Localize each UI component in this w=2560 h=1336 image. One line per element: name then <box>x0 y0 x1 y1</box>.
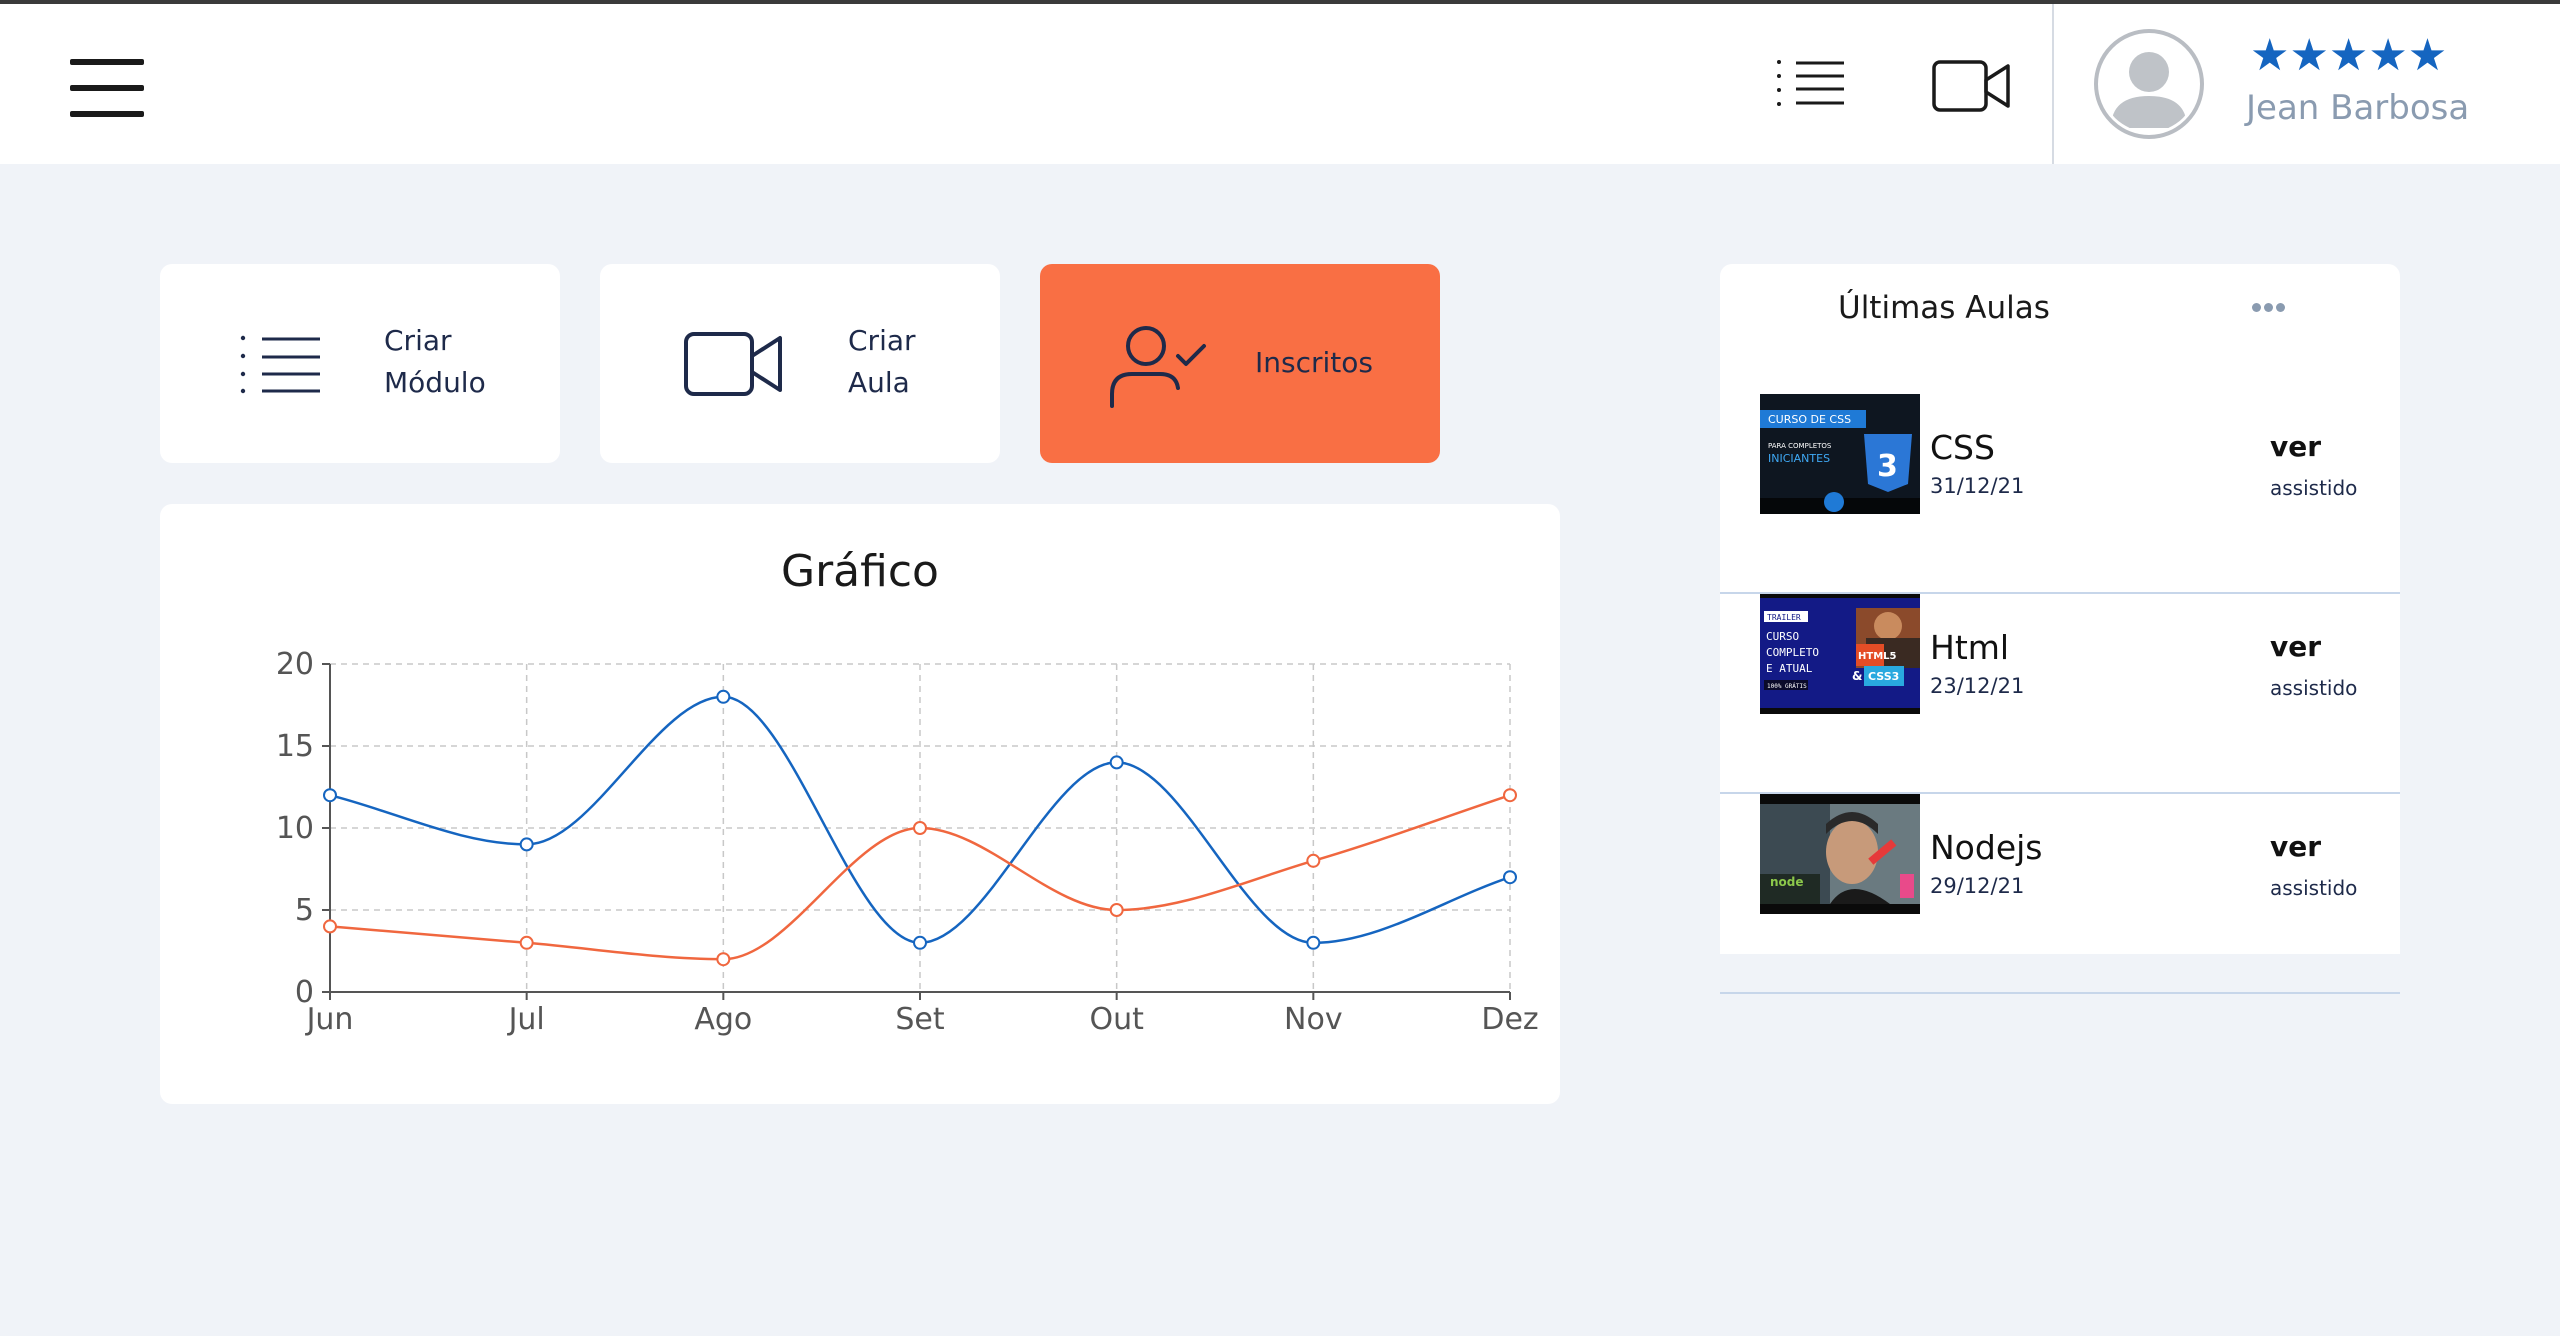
lesson-row-css[interactable]: CURSO DE CSS PARA COMPLETOS INICIANTES 3… <box>1720 394 2400 594</box>
data-point <box>716 689 731 704</box>
svg-text:CSS3: CSS3 <box>1868 670 1899 683</box>
svg-text:COMPLETO: COMPLETO <box>1766 646 1819 659</box>
avatar[interactable] <box>2093 28 2205 140</box>
user-check-icon <box>1110 326 1206 408</box>
hamburger-menu-icon[interactable] <box>70 59 146 117</box>
data-point <box>323 919 337 934</box>
svg-text:E ATUAL: E ATUAL <box>1766 662 1813 675</box>
svg-text:CURSO DE CSS: CURSO DE CSS <box>1768 413 1851 426</box>
line-chart: 05101520Jun Jul Ago Set Out Nov Dez <box>276 647 1539 1037</box>
latest-lessons-panel: Últimas Aulas CURSO DE CSS PARA COMPLETO… <box>1720 264 2400 994</box>
lesson-date: 31/12/21 <box>1930 474 2025 498</box>
lesson-status: assistido <box>2270 876 2358 900</box>
data-point <box>1503 870 1517 885</box>
create-lesson-label: Criar Aula <box>848 324 916 399</box>
svg-text:PARA COMPLETOS: PARA COMPLETOS <box>1768 442 1832 450</box>
rating-stars: ★★★★★ <box>2250 31 2448 80</box>
y-tick-label: 10 <box>276 811 314 846</box>
x-tick-label: Ago <box>694 1002 752 1037</box>
data-point <box>1109 903 1124 917</box>
data-point <box>1306 935 1321 950</box>
x-tick-label: Jun <box>305 1002 354 1037</box>
user-name[interactable]: Jean Barbosa <box>2246 88 2469 128</box>
video-camera-icon <box>684 332 782 396</box>
data-point <box>1306 853 1321 868</box>
data-point <box>1503 788 1517 803</box>
view-lesson-link[interactable]: ver <box>2270 630 2321 663</box>
data-point <box>323 788 337 803</box>
data-point <box>913 821 927 835</box>
svg-text:INICIANTES: INICIANTES <box>1768 452 1830 465</box>
x-tick-label: Dez <box>1481 1002 1538 1037</box>
latest-lessons-title: Últimas Aulas <box>1838 290 2050 326</box>
more-options-icon[interactable] <box>2250 300 2290 314</box>
x-tick-label: Jul <box>507 1002 545 1037</box>
svg-text:HTML5: HTML5 <box>1858 651 1897 662</box>
create-module-button[interactable]: Criar Módulo <box>160 264 560 463</box>
y-tick-label: 5 <box>295 893 314 928</box>
data-point <box>1109 755 1124 770</box>
lesson-row-nodejs[interactable]: node Nodejs 29/12/21 ver assistido <box>1720 794 2400 994</box>
lesson-name: CSS <box>1930 428 1995 467</box>
svg-text:TRAILER: TRAILER <box>1767 613 1801 622</box>
create-lesson-button[interactable]: Criar Aula <box>600 264 1000 463</box>
video-camera-icon[interactable] <box>1932 58 2012 114</box>
lesson-status: assistido <box>2270 676 2358 700</box>
header-divider <box>2052 4 2054 164</box>
html-course-thumbnail[interactable]: TRAILER CURSO COMPLETO E ATUAL 100% GRÁT… <box>1760 594 1920 714</box>
svg-text:3: 3 <box>1877 449 1898 484</box>
lesson-name: Nodejs <box>1930 828 2043 867</box>
y-tick-label: 15 <box>276 729 314 764</box>
x-tick-label: Out <box>1089 1002 1144 1037</box>
chart-card: Gráfico 0 5 10 15 20 Jun Jul Ago Set Out Nov Dez <box>160 504 1560 1104</box>
css-course-thumbnail[interactable]: CURSO DE CSS PARA COMPLETOS INICIANTES 3 <box>1760 394 1920 514</box>
subscribers-label: Inscritos <box>1255 346 1373 379</box>
list-icon <box>240 335 320 394</box>
svg-text:&: & <box>1852 669 1862 683</box>
data-point <box>519 935 534 950</box>
lesson-status: assistido <box>2270 476 2358 500</box>
lesson-date: 23/12/21 <box>1930 674 2025 698</box>
lesson-date: 29/12/21 <box>1930 874 2025 898</box>
list-icon[interactable] <box>1776 56 1846 110</box>
x-tick-label: Set <box>895 1002 945 1037</box>
lesson-name: Html <box>1930 628 2010 667</box>
lesson-row-html[interactable]: TRAILER CURSO COMPLETO E ATUAL 100% GRÁT… <box>1720 594 2400 794</box>
data-point <box>519 837 534 852</box>
subscribers-button[interactable]: Inscritos <box>1040 264 1440 463</box>
data-point <box>716 952 731 967</box>
svg-text:100% GRÁTIS: 100% GRÁTIS <box>1767 683 1807 690</box>
view-lesson-link[interactable]: ver <box>2270 830 2321 863</box>
svg-text:CURSO: CURSO <box>1766 630 1799 643</box>
svg-text:node: node <box>1770 875 1804 889</box>
view-lesson-link[interactable]: ver <box>2270 430 2321 463</box>
row-divider <box>1720 992 2400 994</box>
top-header: ★★★★★ Jean Barbosa <box>0 4 2560 164</box>
y-tick-label: 20 <box>276 647 314 682</box>
data-point <box>913 935 927 950</box>
nodejs-course-thumbnail[interactable]: node <box>1760 794 1920 914</box>
x-tick-label: Nov <box>1284 1002 1343 1037</box>
create-module-label: Criar Módulo <box>384 324 486 399</box>
